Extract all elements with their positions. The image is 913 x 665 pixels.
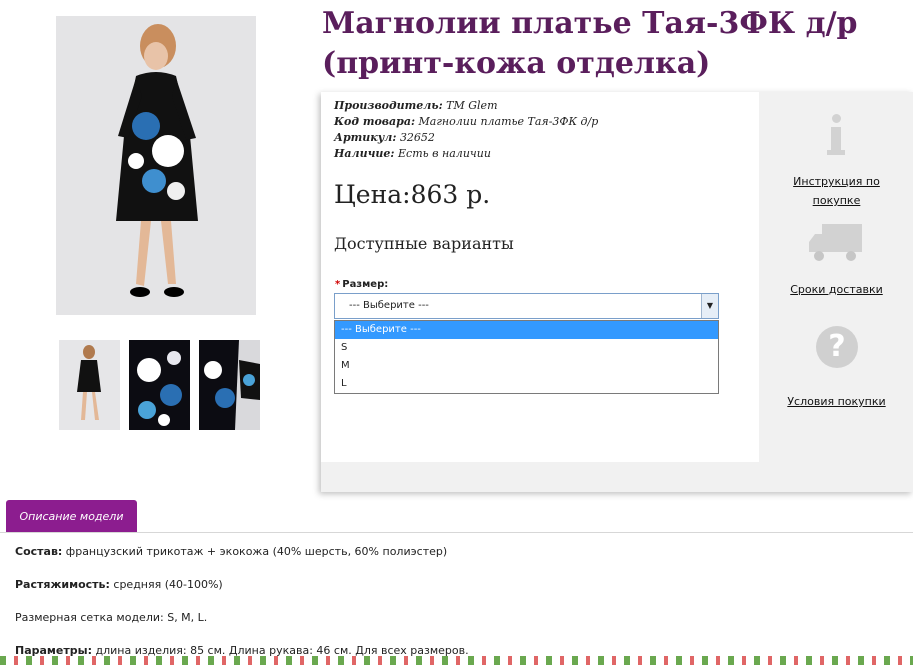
- question-glyph: ?: [816, 326, 858, 368]
- terms-link[interactable]: Условия покупки: [787, 395, 885, 408]
- description-composition: Состав: французский трикотаж + экокожа (…: [15, 545, 447, 558]
- product-title: Магнолии платье Тая-3ФК д/р (принт-кожа …: [322, 6, 858, 81]
- meta-key: Производитель:: [334, 99, 443, 112]
- size-select[interactable]: --- Выберите --- ▼: [334, 293, 719, 319]
- description-key: Состав:: [15, 545, 63, 558]
- size-label: * Размер:: [335, 279, 388, 290]
- product-info-card: Производитель: TM Glem Код товара: Магно…: [321, 92, 759, 462]
- delivery-block: Сроки доставки: [769, 218, 904, 297]
- thumbnail-sleeve-closeup[interactable]: [199, 340, 260, 430]
- thumbnail-print-closeup[interactable]: [129, 340, 190, 430]
- description-key: Растяжимость:: [15, 578, 110, 591]
- question-icon: ?: [769, 322, 904, 390]
- meta-value: Есть в наличии: [398, 147, 491, 160]
- dress-model-image: [56, 16, 256, 315]
- size-option-m[interactable]: M: [335, 357, 718, 375]
- size-select-value: --- Выберите ---: [349, 300, 429, 311]
- tab-model-description[interactable]: Описание модели: [6, 500, 137, 533]
- meta-value: Магнолии платье Тая-3ФК д/р: [418, 115, 599, 128]
- instructions-link[interactable]: Инструкция по покупке: [793, 175, 880, 207]
- variants-heading: Доступные варианты: [334, 234, 514, 253]
- instructions-block: Инструкция по покупке: [769, 110, 904, 208]
- product-meta: Производитель: TM Glem Код товара: Магно…: [334, 98, 598, 162]
- size-dropdown-list: --- Выберите --- S M L: [334, 320, 719, 394]
- info-icon: [769, 110, 904, 170]
- description-size-grid: Размерная сетка модели: S, M, L.: [15, 611, 207, 624]
- description-value: французский трикотаж + экокожа (40% шерс…: [62, 545, 448, 558]
- delivery-link[interactable]: Сроки доставки: [790, 283, 883, 296]
- description-stretch: Растяжимость: средняя (40-100%): [15, 578, 223, 591]
- meta-availability: Наличие: Есть в наличии: [334, 146, 598, 162]
- description-value: Размерная сетка модели: S, M, L.: [15, 611, 208, 624]
- size-label-text: Размер:: [342, 279, 389, 290]
- decorative-footer-border: [0, 656, 913, 665]
- meta-key: Код товара:: [334, 115, 416, 128]
- meta-key: Артикул:: [334, 131, 397, 144]
- tab-divider: [0, 532, 913, 533]
- meta-key: Наличие:: [334, 147, 395, 160]
- size-option-s[interactable]: S: [335, 339, 718, 357]
- thumbnail-back-view[interactable]: [59, 340, 120, 430]
- required-mark: *: [335, 279, 341, 290]
- size-option-placeholder[interactable]: --- Выберите ---: [335, 321, 718, 339]
- main-product-image[interactable]: [56, 16, 256, 315]
- thumbnail-image: [59, 340, 120, 430]
- chevron-down-icon[interactable]: ▼: [701, 294, 718, 318]
- meta-value: TM Glem: [446, 99, 498, 112]
- meta-product-code: Код товара: Магнолии платье Тая-3ФК д/р: [334, 114, 598, 130]
- truck-icon: [769, 218, 904, 278]
- meta-article: Артикул: 32652: [334, 130, 598, 146]
- thumbnail-image: [199, 340, 260, 430]
- meta-manufacturer: Производитель: TM Glem: [334, 98, 598, 114]
- size-option-l[interactable]: L: [335, 375, 718, 393]
- description-value: средняя (40-100%): [109, 578, 223, 591]
- terms-block: ? Условия покупки: [769, 322, 904, 409]
- product-price: Цена:863 р.: [334, 180, 491, 209]
- thumbnail-image: [129, 340, 190, 430]
- meta-value: 32652: [399, 131, 435, 144]
